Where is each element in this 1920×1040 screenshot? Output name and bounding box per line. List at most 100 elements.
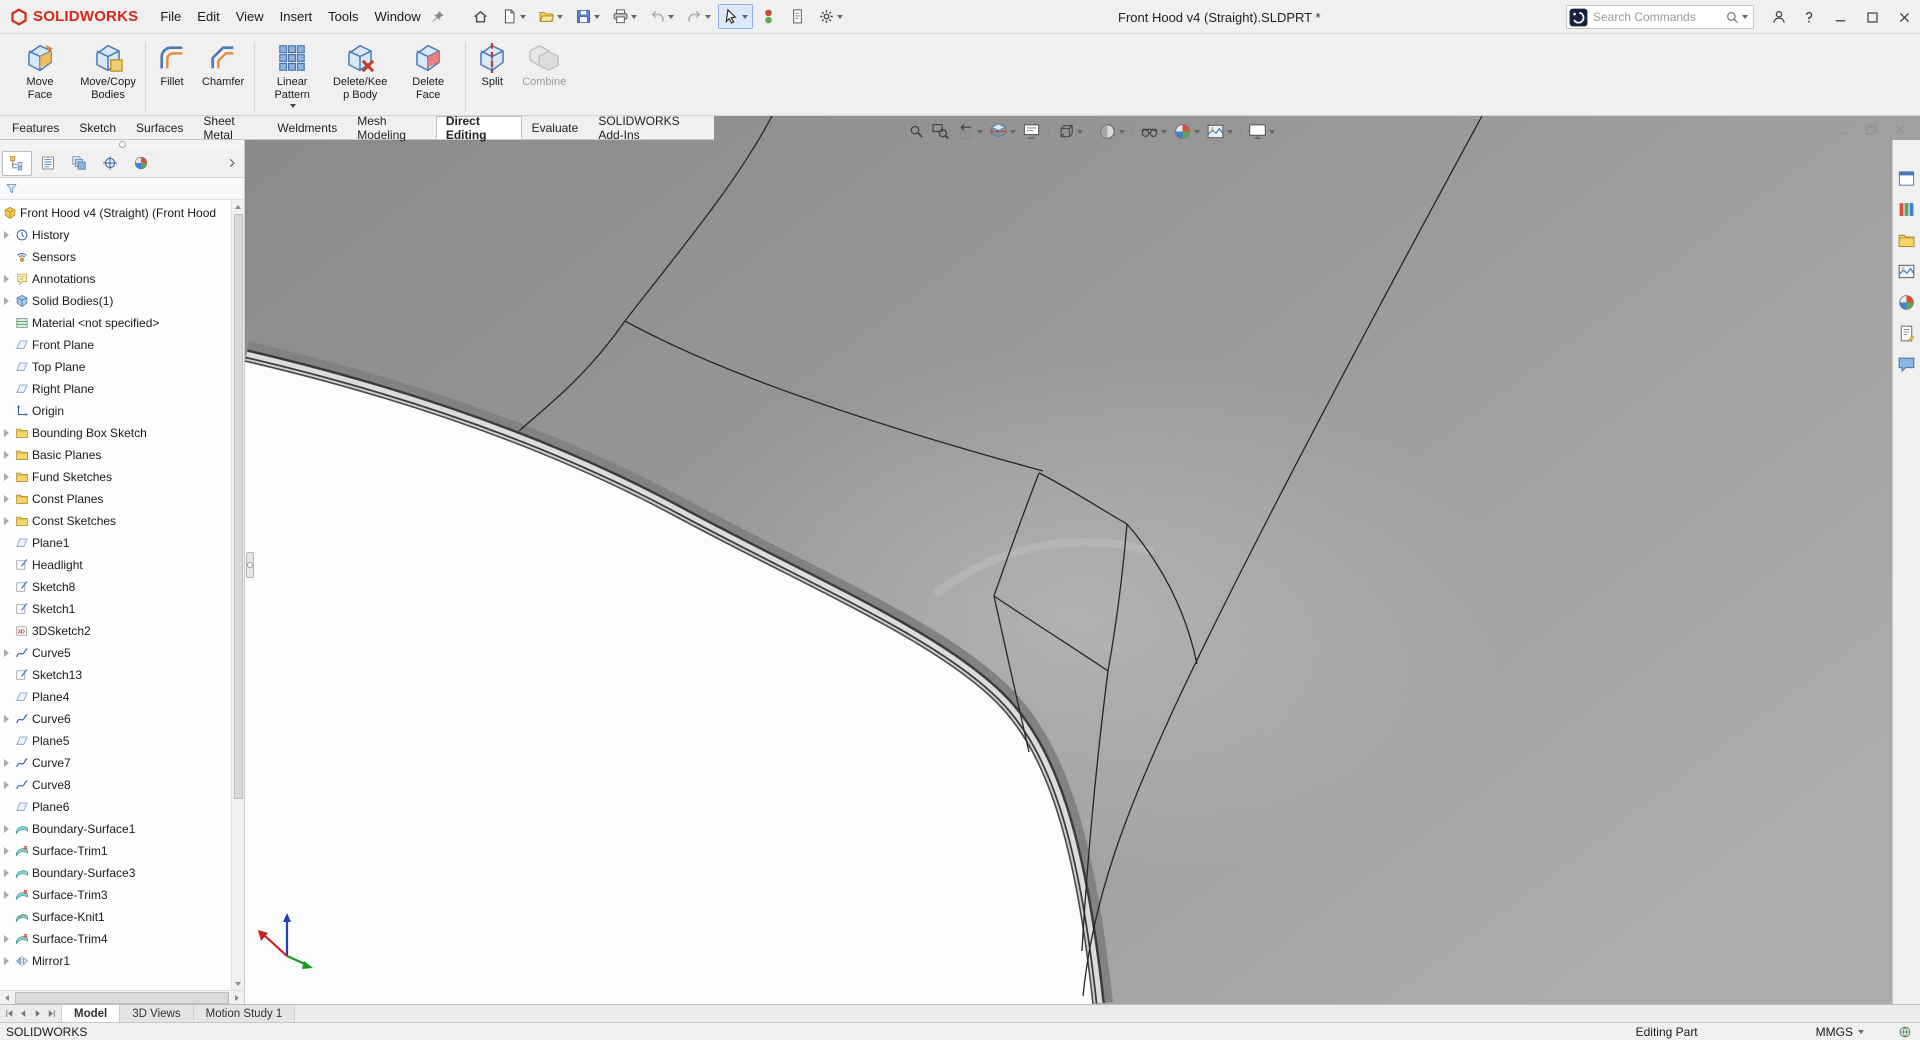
select-button[interactable] <box>718 4 753 29</box>
dropdown-caret-icon[interactable] <box>631 15 637 19</box>
file-properties-button[interactable] <box>784 4 811 29</box>
expand-arrow-icon[interactable] <box>4 231 9 239</box>
nav-first-button[interactable] <box>3 1007 16 1021</box>
move-face-button[interactable]: Move Face <box>6 38 74 104</box>
dropdown-caret-icon[interactable] <box>1119 130 1125 134</box>
tree-item-surface-trim1[interactable]: Surface-Trim1 <box>3 840 229 862</box>
tree-item-boundary-surface1[interactable]: Boundary-Surface1 <box>3 818 229 840</box>
dropdown-caret-icon[interactable] <box>742 15 748 19</box>
dropdown-caret-icon[interactable] <box>705 15 711 19</box>
tree-item-plane4[interactable]: Plane4 <box>3 686 229 708</box>
dropdown-caret-icon[interactable] <box>1161 130 1167 134</box>
dropdown-caret-icon[interactable] <box>1077 130 1083 134</box>
expand-arrow-icon[interactable] <box>4 297 9 305</box>
tree-item-const-planes[interactable]: Const Planes <box>3 488 229 510</box>
print-button[interactable] <box>607 4 642 29</box>
expand-arrow-icon[interactable] <box>4 275 9 283</box>
tree-vertical-scrollbar[interactable] <box>231 200 244 990</box>
tree-filter[interactable] <box>0 178 244 200</box>
open-button[interactable] <box>533 4 568 29</box>
tree-item-top-plane[interactable]: Top Plane <box>3 356 229 378</box>
expand-arrow-icon[interactable] <box>4 781 9 789</box>
pin-menu-icon[interactable] <box>431 10 445 24</box>
tree-item-plane1[interactable]: Plane1 <box>3 532 229 554</box>
panel-tab-propertymanager[interactable] <box>33 151 63 176</box>
tree-item-surface-trim4[interactable]: Surface-Trim4 <box>3 928 229 950</box>
dropdown-caret-icon[interactable] <box>1194 130 1200 134</box>
tree-item-curve5[interactable]: Curve5 <box>3 642 229 664</box>
panel-tab-featuremanager[interactable] <box>2 151 32 176</box>
panel-tab-dimxpertmanager[interactable] <box>95 151 125 176</box>
vertical-scrollbar-thumb[interactable] <box>234 214 243 799</box>
tree-item-const-sketches[interactable]: Const Sketches <box>3 510 229 532</box>
nav-last-button[interactable] <box>45 1007 58 1021</box>
save-button[interactable] <box>570 4 605 29</box>
tree-item-surface-trim3[interactable]: Surface-Trim3 <box>3 884 229 906</box>
menu-insert[interactable]: Insert <box>272 5 321 28</box>
tree-item-material-not-specified[interactable]: Material <not specified> <box>3 312 229 334</box>
3dexperience-icon[interactable] <box>1568 7 1589 28</box>
apply-scene-button[interactable] <box>1203 120 1236 143</box>
search-icon[interactable] <box>1725 10 1740 25</box>
dropdown-caret-icon[interactable] <box>594 15 600 19</box>
delete-keep-body-button[interactable]: Delete/Keep Body <box>326 38 394 104</box>
tree-item-front-plane[interactable]: Front Plane <box>3 334 229 356</box>
expand-arrow-icon[interactable] <box>4 517 9 525</box>
menu-edit[interactable]: Edit <box>189 5 227 28</box>
dropdown-caret-icon[interactable] <box>1227 130 1233 134</box>
dropdown-caret-icon[interactable] <box>520 15 526 19</box>
expand-arrow-icon[interactable] <box>4 759 9 767</box>
tab-surfaces[interactable]: Surfaces <box>126 116 193 139</box>
status-globe-icon[interactable] <box>1898 1025 1912 1039</box>
scroll-left-arrow[interactable] <box>0 991 14 1005</box>
search-input[interactable] <box>1593 10 1721 24</box>
model-tab-model[interactable]: Model <box>62 1005 120 1022</box>
tab-solidworks-add-ins[interactable]: SOLIDWORKS Add-Ins <box>588 116 714 139</box>
tree-item-sketch13[interactable]: Sketch13 <box>3 664 229 686</box>
menu-tools[interactable]: Tools <box>320 5 366 28</box>
expand-arrow-icon[interactable] <box>4 451 9 459</box>
tree-item-curve6[interactable]: Curve6 <box>3 708 229 730</box>
nav-prev-button[interactable] <box>17 1007 30 1021</box>
tree-item-sensors[interactable]: Sensors <box>3 246 229 268</box>
display-style-button[interactable] <box>1095 120 1128 143</box>
redo-button[interactable] <box>681 4 716 29</box>
tree-item-curve7[interactable]: Curve7 <box>3 752 229 774</box>
zoom-to-fit-button[interactable] <box>903 120 928 143</box>
task-pane-custom-properties-button[interactable] <box>1895 321 1919 345</box>
tree-item-boundary-surface3[interactable]: Boundary-Surface3 <box>3 862 229 884</box>
tree-item-basic-planes[interactable]: Basic Planes <box>3 444 229 466</box>
units-selector[interactable]: MMGS <box>1816 1025 1864 1039</box>
doc-close-button[interactable] <box>1893 122 1908 137</box>
linear-pattern-button[interactable]: Linear Pattern <box>258 38 326 110</box>
tree-horizontal-scrollbar[interactable] <box>0 990 244 1004</box>
fillet-button[interactable]: Fillet <box>149 38 195 91</box>
dropdown-caret-icon[interactable] <box>1010 130 1016 134</box>
task-pane-view-palette-button[interactable] <box>1895 259 1919 283</box>
undo-button[interactable] <box>644 4 679 29</box>
help-button[interactable] <box>1794 9 1824 25</box>
tree-item-history[interactable]: History <box>3 224 229 246</box>
dropdown-caret-icon[interactable] <box>977 130 983 134</box>
menu-file[interactable]: File <box>152 5 189 28</box>
expand-arrow-icon[interactable] <box>4 715 9 723</box>
expand-arrow-icon[interactable] <box>4 825 9 833</box>
tree-item-mirror1[interactable]: Mirror1 <box>3 950 229 972</box>
tree-item-solid-bodies-1[interactable]: Solid Bodies(1) <box>3 290 229 312</box>
panel-tab-displaymanager[interactable] <box>126 151 156 176</box>
nav-next-button[interactable] <box>31 1007 44 1021</box>
tree-item-right-plane[interactable]: Right Plane <box>3 378 229 400</box>
graphics-area[interactable] <box>245 116 1920 1004</box>
task-pane-forum-button[interactable] <box>1895 352 1919 376</box>
close-button[interactable] <box>1888 0 1920 34</box>
panel-tabs-overflow-button[interactable] <box>222 151 242 176</box>
tree-item-curve8[interactable]: Curve8 <box>3 774 229 796</box>
expand-arrow-icon[interactable] <box>4 429 9 437</box>
options-button[interactable] <box>813 4 848 29</box>
expand-arrow-icon[interactable] <box>4 495 9 503</box>
tree-item-fund-sketches[interactable]: Fund Sketches <box>3 466 229 488</box>
tree-item-origin[interactable]: Origin <box>3 400 229 422</box>
dropdown-caret-icon[interactable] <box>290 104 296 108</box>
tab-sheet-metal[interactable]: Sheet Metal <box>193 116 267 139</box>
tree-item-plane6[interactable]: Plane6 <box>3 796 229 818</box>
